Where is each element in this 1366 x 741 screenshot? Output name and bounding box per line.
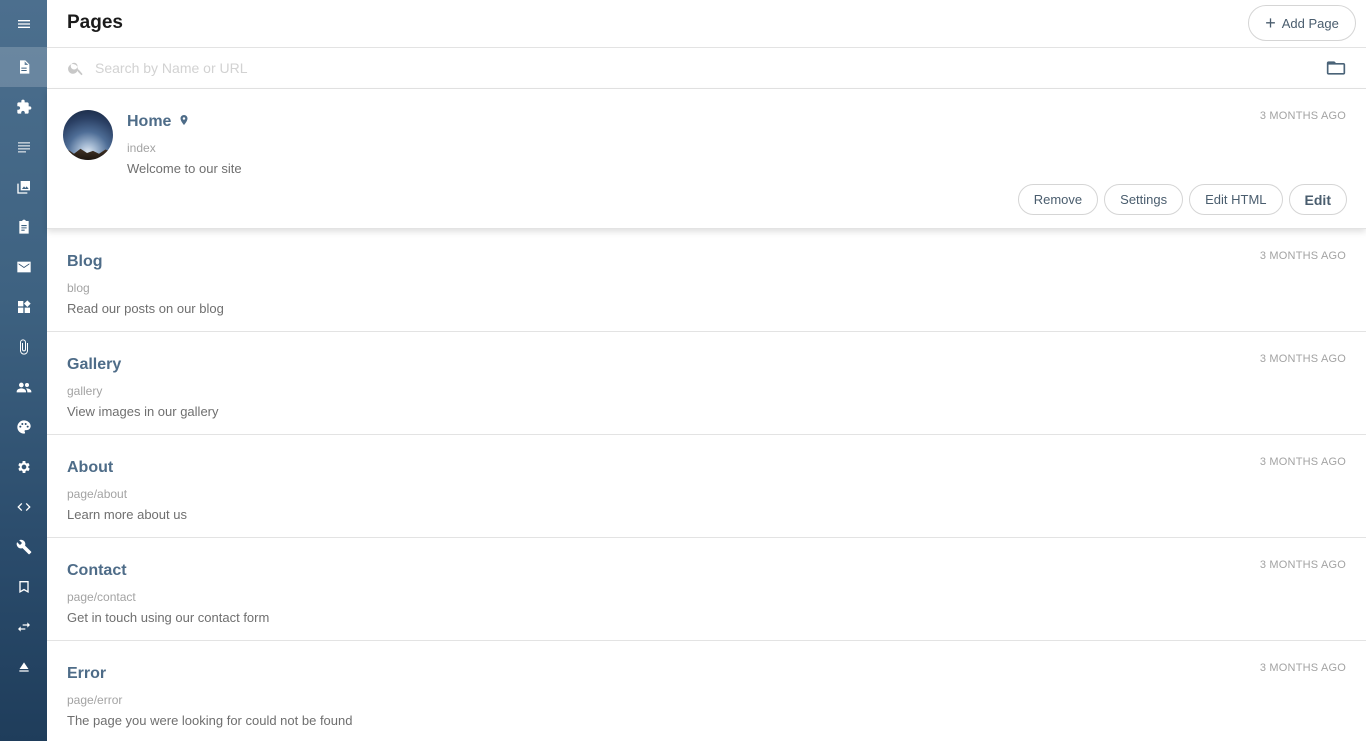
page-url: blog (67, 281, 90, 295)
developer-icon[interactable] (0, 487, 47, 527)
folder-icon[interactable] (1326, 58, 1346, 78)
files-icon[interactable] (0, 327, 47, 367)
search-bar (47, 48, 1366, 89)
page-description: View images in our gallery (67, 404, 219, 419)
page-name[interactable]: Error (67, 665, 106, 683)
edit-button[interactable]: Edit (1288, 184, 1347, 215)
header: Pages + Add Page (47, 0, 1366, 48)
page-name[interactable]: Home (127, 113, 171, 130)
plus-icon: + (1265, 13, 1276, 33)
search-input[interactable] (95, 56, 1295, 80)
page-row-blog[interactable]: Blog blog Read our posts on our blog 3 M… (47, 229, 1366, 332)
location-pin-icon (178, 113, 190, 127)
page-timestamp: 3 MONTHS AGO (1259, 662, 1346, 674)
images-icon[interactable] (0, 167, 47, 207)
themes-icon[interactable] (0, 407, 47, 447)
page-description: Learn more about us (67, 507, 187, 522)
page-list: Home index Welcome to our site 3 MONTHS … (47, 89, 1366, 741)
page-url: index (127, 141, 156, 155)
page-row-gallery[interactable]: Gallery gallery View images in our galle… (47, 332, 1366, 435)
pages-icon[interactable] (0, 47, 47, 87)
add-page-button[interactable]: + Add Page (1248, 5, 1356, 41)
page-description: Welcome to our site (127, 161, 242, 176)
plugins-icon[interactable] (0, 87, 47, 127)
page-row-contact[interactable]: Contact page/contact Get in touch using … (47, 538, 1366, 641)
menus-icon[interactable] (0, 127, 47, 167)
sidebar (0, 0, 47, 741)
bookmarks-icon[interactable] (0, 567, 47, 607)
page-name[interactable]: About (67, 459, 113, 477)
page-url: gallery (67, 384, 103, 398)
edit-html-button[interactable]: Edit HTML (1189, 184, 1283, 215)
mail-icon[interactable] (0, 247, 47, 287)
app-root: Pages + Add Page Home index Welcome to o… (0, 0, 1366, 741)
page-name[interactable]: Contact (67, 562, 127, 580)
page-timestamp: 3 MONTHS AGO (1259, 250, 1346, 262)
page-timestamp: 3 MONTHS AGO (1259, 353, 1346, 365)
page-timestamp: 3 MONTHS AGO (1259, 559, 1346, 571)
page-description: The page you were looking for could not … (67, 713, 353, 728)
search-icon (67, 59, 85, 77)
page-url: page/about (67, 487, 128, 501)
page-name[interactable]: Blog (67, 253, 103, 271)
eject-icon[interactable] (0, 647, 47, 687)
page-actions: Remove Settings Edit HTML Edit (1017, 184, 1347, 215)
tools-icon[interactable] (0, 527, 47, 567)
page-row-about[interactable]: About page/about Learn more about us 3 M… (47, 435, 1366, 538)
page-url: page/error (67, 693, 123, 707)
settings-button[interactable]: Settings (1104, 184, 1184, 215)
settings-icon[interactable] (0, 447, 47, 487)
page-timestamp: 3 MONTHS AGO (1259, 456, 1346, 468)
page-row-home[interactable]: Home index Welcome to our site 3 MONTHS … (47, 89, 1366, 229)
page-name-wrap: Home (127, 113, 190, 131)
page-description: Read our posts on our blog (67, 301, 224, 316)
remove-button[interactable]: Remove (1017, 184, 1099, 215)
page-title: Pages (67, 12, 123, 33)
page-thumbnail (63, 110, 113, 160)
page-description: Get in touch using our contact form (67, 610, 270, 625)
menu-icon[interactable] (0, 4, 47, 44)
sync-icon[interactable] (0, 607, 47, 647)
page-timestamp: 3 MONTHS AGO (1259, 110, 1346, 122)
page-row-error[interactable]: Error page/error The page you were looki… (47, 641, 1366, 741)
page-name[interactable]: Gallery (67, 356, 121, 374)
components-icon[interactable] (0, 287, 47, 327)
forms-icon[interactable] (0, 207, 47, 247)
add-page-label: Add Page (1281, 15, 1339, 31)
page-url: page/contact (67, 590, 136, 604)
users-icon[interactable] (0, 367, 47, 407)
